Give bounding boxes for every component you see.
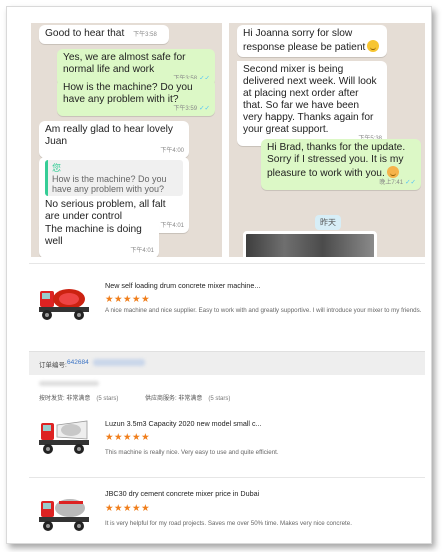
chat-message: Hi Brad, thanks for the update. Sorry if… [261, 139, 421, 190]
chat-screenshot-left: Good to hear that 下午3:58 Yes, we are alm… [31, 23, 222, 257]
product-title-link[interactable]: JBC30 dry cement concrete mixer price in… [105, 489, 259, 498]
review-text: A nice machine and nice supplier. Easy t… [105, 307, 422, 314]
product-thumbnail[interactable] [37, 489, 91, 535]
chat-message: Am really glad to hear lovely Juan 下午4:0… [39, 121, 189, 158]
product-title-link[interactable]: New self loading drum concrete mixer mac… [105, 281, 260, 290]
review-text: This machine is really nice. Very easy t… [105, 449, 279, 456]
read-receipt-icon: ✓✓ [199, 105, 210, 112]
star-rating: ★★★★★ [105, 432, 151, 443]
chat-message: Hi Joanna sorry for slow response please… [237, 25, 387, 57]
order-number-link[interactable]: 642684 [67, 359, 89, 366]
divider [29, 477, 425, 478]
read-receipt-icon: ✓✓ [405, 179, 416, 186]
product-thumbnail[interactable] [37, 279, 91, 325]
screenshot-frame: Good to hear that 下午3:58 Yes, we are alm… [6, 6, 432, 544]
mixer-truck-image [39, 289, 89, 320]
product-thumbnail[interactable] [37, 413, 91, 459]
product-title-link[interactable]: Luzun 3.5m3 Capacity 2020 new model smal… [105, 419, 262, 428]
chat-message: How is the machine? Do you have any prob… [57, 79, 215, 116]
blurred-buyer-name [39, 381, 99, 386]
chat-screenshot-right: Hi Joanna sorry for slow response please… [229, 23, 425, 257]
order-bar: 订单编号: 642684 [29, 351, 425, 375]
chat-photo[interactable] [243, 231, 377, 257]
star-rating: ★★★★★ [105, 503, 151, 514]
chat-message: Good to hear that 下午3:58 [39, 25, 169, 44]
divider [29, 263, 425, 264]
chat-message: The machine is doing well 下午4:01 [39, 221, 159, 257]
chat-message: Second mixer is being delivered next wee… [237, 61, 387, 146]
smile-emoji-icon [367, 40, 380, 52]
service-rating: 供应商服务: 非常满意 (5 stars) [145, 396, 231, 402]
star-rating: ★★★★★ [105, 294, 151, 305]
quoted-message[interactable]: 您 How is the machine? Do you have any pr… [45, 160, 183, 196]
order-label: 订单编号: [39, 362, 67, 369]
mixer-truck-image [39, 420, 89, 454]
review-text: It is very helpful for my road projects.… [105, 520, 352, 527]
mixer-truck-image [39, 499, 89, 531]
blurred-order-number [93, 359, 145, 366]
shipping-rating: 按时发货: 非常满意 (5 stars) [39, 396, 119, 402]
date-separator: 昨天 [315, 215, 341, 230]
